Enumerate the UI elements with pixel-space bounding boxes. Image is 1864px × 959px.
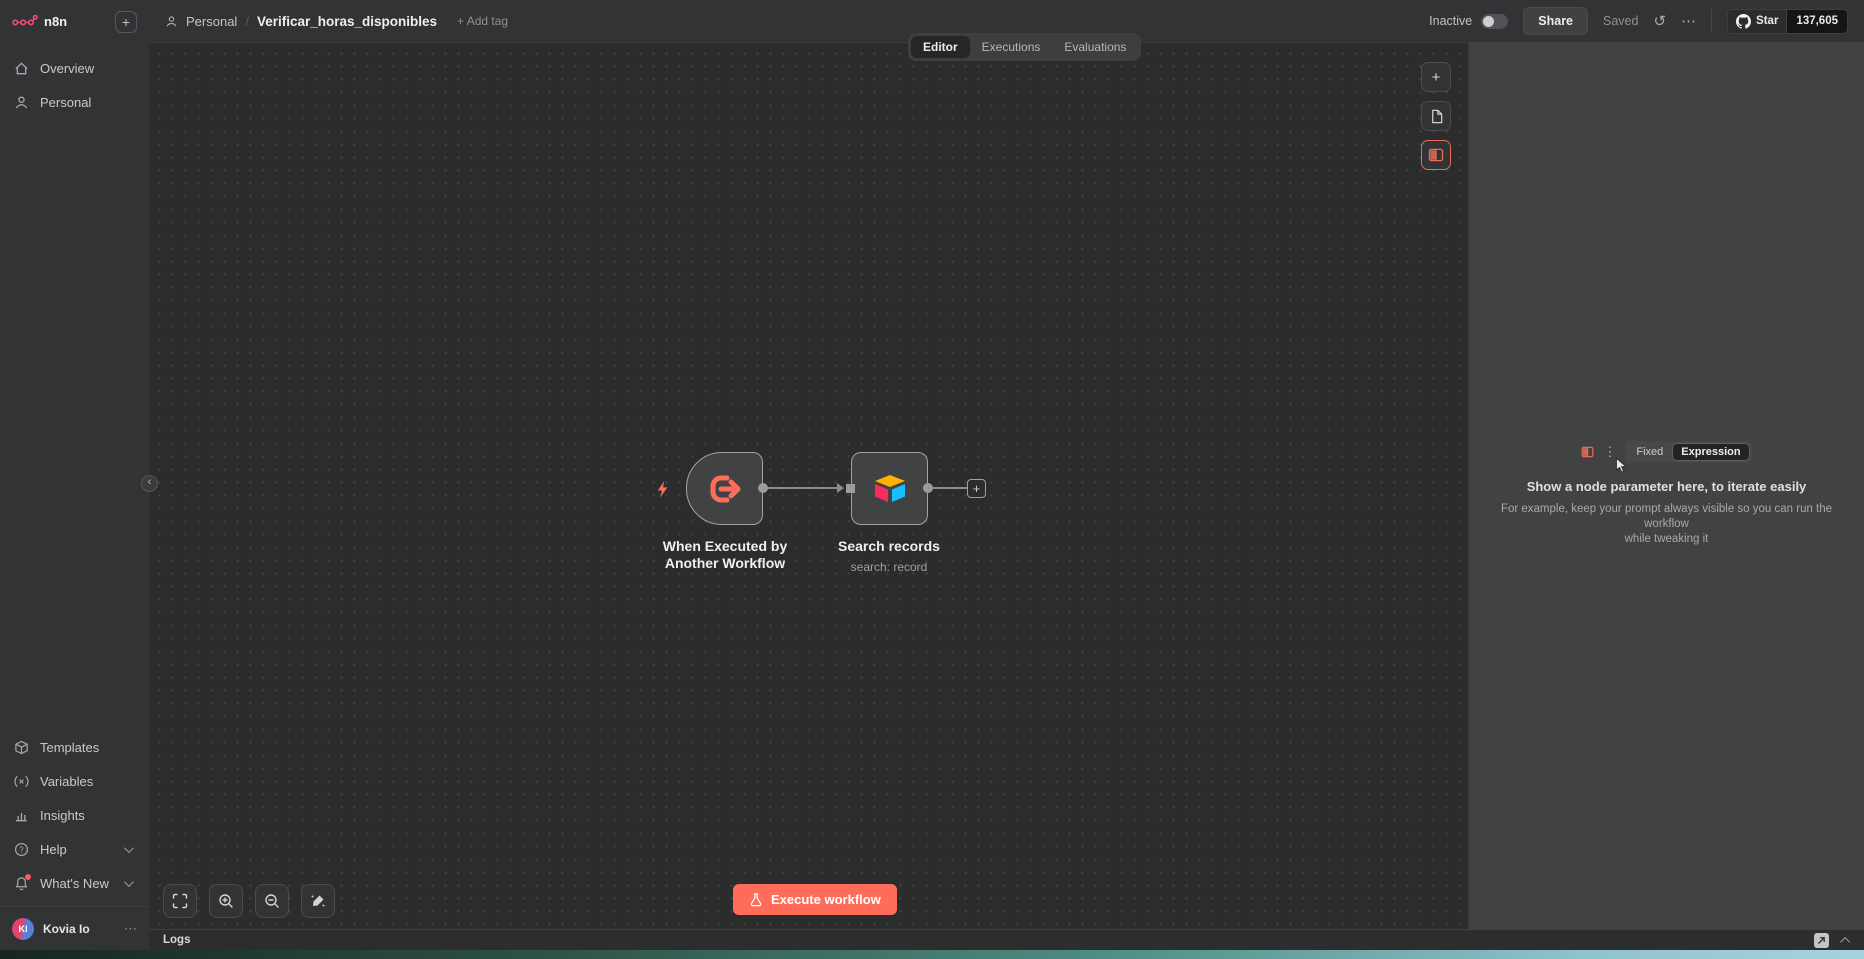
more-options-icon[interactable]: ⋯: [1681, 14, 1696, 29]
tab-evaluations[interactable]: Evaluations: [1052, 36, 1138, 58]
breadcrumb: Personal / Verificar_horas_disponibles +…: [165, 14, 508, 29]
fixed-expression-toggle: Fixed Expression: [1625, 441, 1752, 463]
output-endpoint[interactable]: [758, 483, 768, 493]
logs-bar[interactable]: Logs: [149, 929, 1864, 950]
fit-view-button[interactable]: [163, 884, 197, 918]
tab-editor[interactable]: Editor: [911, 36, 970, 58]
desktop-background-strip: [0, 950, 1864, 959]
sidebar-nav-bottom: Templates Variables Insights ? Help What…: [0, 730, 149, 906]
sidebar-header: n8n +: [0, 0, 149, 43]
help-icon: ?: [14, 842, 29, 857]
n8n-logo-icon: [12, 14, 38, 29]
open-logs-popout-icon[interactable]: [1814, 932, 1829, 948]
github-star-label: Star: [1756, 15, 1779, 27]
project-icon: [165, 15, 178, 28]
zoom-add-node-button[interactable]: +: [1421, 62, 1451, 92]
fixed-option[interactable]: Fixed: [1627, 443, 1672, 461]
mouse-cursor-icon: [1615, 457, 1628, 474]
github-star-count: 137,605: [1787, 8, 1848, 34]
node-search-records[interactable]: [851, 452, 928, 525]
view-tabs: Editor Executions Evaluations: [908, 33, 1142, 61]
collapse-sidebar-button[interactable]: ‹: [141, 475, 158, 492]
execute-workflow-trigger-icon: [705, 469, 745, 509]
zoom-in-button[interactable]: [209, 884, 243, 918]
focus-panel-subtitle: For example, keep your prompt always vis…: [1500, 503, 1833, 545]
sidebar-item-label: Templates: [40, 739, 100, 755]
sidebar-item-overview[interactable]: Overview: [0, 51, 149, 85]
focus-panel-controls: ⋮ Fixed Expression: [1469, 441, 1864, 463]
sidebar-item-insights[interactable]: Insights: [0, 798, 149, 832]
sidebar-item-label: Variables: [40, 773, 94, 789]
variables-icon: [14, 774, 29, 789]
sidebar: n8n + Overview Personal Templates Variab…: [0, 0, 149, 950]
app-title: n8n: [44, 14, 68, 29]
logs-title: Logs: [163, 934, 191, 946]
history-icon[interactable]: ↺: [1653, 14, 1666, 29]
output-endpoint[interactable]: [923, 483, 933, 493]
notification-dot: [25, 873, 31, 880]
node-label-search: Search records search: record: [789, 538, 989, 576]
sidebar-item-templates[interactable]: Templates: [0, 730, 149, 764]
bar-chart-icon: [14, 808, 29, 823]
trigger-bolt-icon: [654, 480, 669, 499]
saved-status: Saved: [1603, 14, 1639, 28]
home-icon: [14, 61, 29, 76]
tidy-up-button[interactable]: [301, 884, 335, 918]
new-workflow-button[interactable]: +: [115, 10, 137, 33]
focus-panel: ⋮ Fixed Expression Show a node parameter…: [1468, 43, 1864, 929]
sidebar-item-help[interactable]: ? Help: [0, 832, 149, 866]
user-icon: [14, 95, 29, 110]
bell-icon: [14, 873, 31, 891]
sidebar-item-whats-new[interactable]: What's New: [0, 866, 149, 900]
expression-option[interactable]: Expression: [1672, 443, 1750, 461]
add-node-button[interactable]: +: [967, 479, 986, 498]
airtable-icon: [871, 470, 909, 508]
header-divider: [1711, 9, 1713, 33]
flask-icon: [749, 892, 763, 907]
node-subtitle: search: record: [850, 560, 928, 574]
tab-executions[interactable]: Executions: [970, 36, 1053, 58]
breadcrumb-separator: /: [245, 13, 249, 29]
github-star-widget[interactable]: Star 137,605: [1727, 8, 1848, 34]
execute-workflow-button[interactable]: Execute workflow: [733, 884, 897, 915]
add-tag-button[interactable]: + Add tag: [457, 14, 508, 28]
sidebar-item-label: Help: [40, 841, 67, 857]
focus-panel-title: Show a node parameter here, to iterate e…: [1526, 479, 1807, 494]
node-when-executed-by-another-workflow[interactable]: [686, 452, 763, 525]
workflow-canvas[interactable]: + When Executed by Another Workflow Sear…: [149, 43, 1468, 929]
github-icon: [1736, 13, 1752, 29]
sidebar-item-label: Overview: [40, 60, 95, 76]
user-menu[interactable]: KI Kovia Io ⋯: [0, 906, 149, 950]
chevron-down-icon: [123, 876, 134, 887]
sticky-note-button[interactable]: [1421, 101, 1451, 131]
canvas-controls: [163, 884, 335, 918]
expand-logs-icon[interactable]: [1840, 936, 1851, 947]
svg-text:?: ?: [19, 845, 24, 854]
user-name: Kovia Io: [43, 921, 90, 936]
connection-line[interactable]: [928, 487, 967, 489]
connection-line[interactable]: [763, 487, 839, 489]
input-endpoint[interactable]: [846, 484, 855, 493]
share-button[interactable]: Share: [1523, 7, 1589, 35]
sidebar-nav-top: Overview Personal: [0, 43, 149, 119]
sidebar-item-variables[interactable]: Variables: [0, 764, 149, 798]
zoom-out-button[interactable]: [255, 884, 289, 918]
header-actions: Inactive Share Saved ↺ ⋯ Star 137,605: [1429, 7, 1848, 35]
panel-icon[interactable]: [1581, 446, 1594, 458]
workflow-status-label: Inactive: [1429, 14, 1473, 28]
sidebar-item-label: Insights: [40, 807, 85, 823]
workflow-name[interactable]: Verificar_horas_disponibles: [257, 14, 437, 29]
sidebar-item-personal[interactable]: Personal: [0, 85, 149, 119]
sidebar-item-label: What's New: [40, 875, 109, 891]
avatar: KI: [12, 917, 34, 940]
box-icon: [14, 740, 29, 755]
connection-arrow: [837, 483, 844, 493]
sidebar-item-label: Personal: [40, 94, 92, 110]
activate-toggle[interactable]: [1481, 13, 1509, 29]
focus-panel-toggle-button[interactable]: [1421, 140, 1451, 170]
breadcrumb-project[interactable]: Personal: [186, 14, 237, 29]
toggle-knob: [1483, 15, 1495, 27]
chevron-down-icon: [123, 842, 134, 853]
user-options-icon[interactable]: ⋯: [124, 921, 137, 937]
